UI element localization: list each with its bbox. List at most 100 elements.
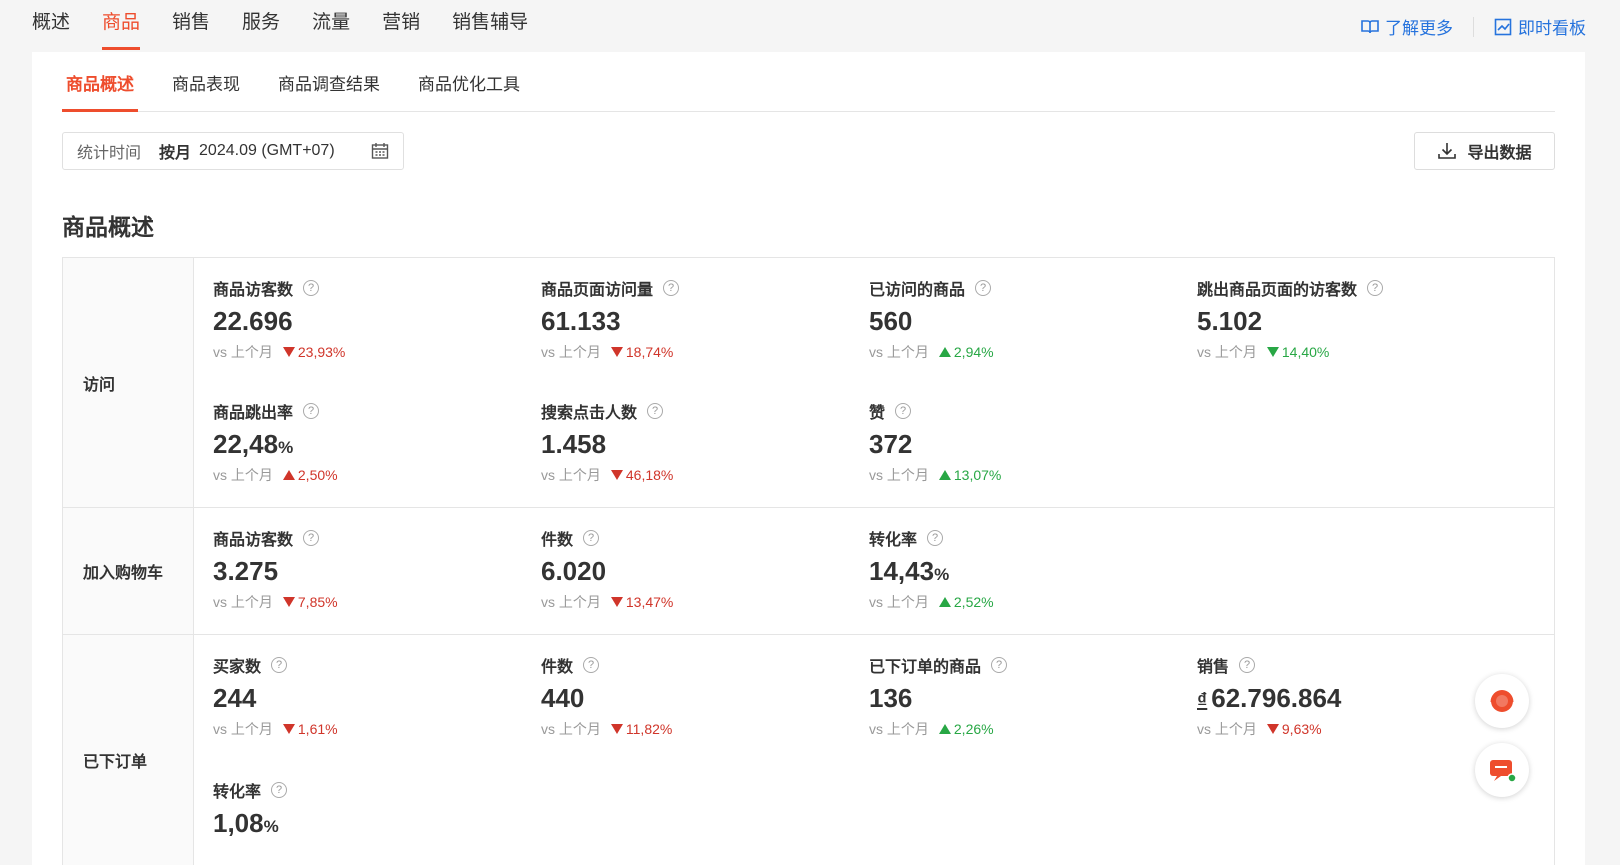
- help-icon[interactable]: ?: [991, 657, 1008, 673]
- metric-name: 买家数?: [213, 655, 513, 676]
- help-icon[interactable]: ?: [1367, 280, 1384, 296]
- top-links: 了解更多 即时看板: [1361, 14, 1586, 39]
- tab-sales[interactable]: 销售: [172, 10, 210, 50]
- metric-value: 1,08%: [213, 808, 513, 838]
- comparison-label: vs 上个月: [869, 594, 929, 610]
- help-icon[interactable]: ?: [583, 530, 600, 546]
- metric-name-text: 转化率: [213, 784, 262, 801]
- help-icon[interactable]: ?: [663, 280, 680, 296]
- metric-name: 件数?: [541, 655, 841, 676]
- help-icon[interactable]: ?: [927, 530, 944, 546]
- metric-card: 跳出商品页面的访客数? 5.102 vs 上个月 14,40%: [1197, 278, 1497, 362]
- subtab-product-performance[interactable]: 商品表现: [172, 70, 240, 112]
- change-indicator: 1,61%: [282, 721, 338, 737]
- change-value: 13,07%: [953, 467, 1002, 483]
- metric-value: 560: [869, 306, 1169, 336]
- help-icon[interactable]: ?: [647, 403, 664, 419]
- tab-sales-coaching[interactable]: 销售辅导: [452, 10, 528, 50]
- live-dashboard-link[interactable]: 即时看板: [1494, 14, 1586, 39]
- main-tabs: 概述 商品 销售 服务 流量 营销 销售辅导: [32, 10, 560, 50]
- learn-more-link[interactable]: 了解更多: [1361, 14, 1453, 39]
- export-data-label: 导出数据: [1467, 145, 1532, 162]
- change-value: 2,52%: [953, 594, 994, 610]
- change-value: 13,47%: [625, 594, 674, 610]
- message-button[interactable]: [1475, 743, 1529, 797]
- metric-comparison: vs 上个月 13,47%: [541, 592, 841, 612]
- arrow-up-icon: [938, 597, 951, 607]
- change-value: 46,18%: [625, 467, 674, 483]
- help-icon[interactable]: ?: [303, 280, 320, 296]
- help-icon[interactable]: ?: [583, 657, 600, 673]
- date-filter[interactable]: 统计时间 按月 2024.09 (GMT+07): [62, 132, 404, 170]
- subtab-product-overview[interactable]: 商品概述: [62, 70, 138, 112]
- metrics-grid: 访问 商品访客数? 22.696 vs 上个月 23,93% 商品页面访问量? 61.1…: [62, 257, 1555, 865]
- help-icon[interactable]: ?: [303, 403, 320, 419]
- comparison-label: vs 上个月: [869, 721, 929, 737]
- comparison-label: vs 上个月: [869, 467, 929, 483]
- tab-marketing[interactable]: 营销: [382, 10, 420, 50]
- metric-name: 件数?: [541, 528, 841, 549]
- divider: [1473, 16, 1474, 37]
- change-value: 14,40%: [1281, 344, 1330, 360]
- change-value: 11,82%: [625, 721, 673, 737]
- metric-name-text: 转化率: [869, 532, 918, 549]
- metric-value-text: 22,48: [213, 429, 279, 459]
- comparison-label: vs 上个月: [1197, 721, 1257, 737]
- metric-name-text: 已访问的商品: [869, 282, 966, 299]
- change-value: 1,61%: [297, 721, 338, 737]
- metric-name-text: 件数: [541, 532, 574, 549]
- metric-unit: %: [278, 438, 294, 457]
- subtab-product-survey[interactable]: 商品调查结果: [278, 70, 380, 112]
- change-indicator: 7,85%: [282, 594, 338, 610]
- book-icon: [1361, 19, 1379, 33]
- metric-name: 转化率?: [869, 528, 1169, 549]
- metric-name: 商品页面访问量?: [541, 278, 841, 299]
- help-icon[interactable]: ?: [271, 782, 288, 798]
- help-icon[interactable]: ?: [895, 403, 912, 419]
- metric-value-text: 14,43: [869, 556, 935, 586]
- calendar-icon[interactable]: [371, 142, 389, 160]
- metric-name: 商品跳出率?: [213, 401, 513, 422]
- change-indicator: 13,47%: [610, 594, 674, 610]
- date-filter-label: 统计时间: [77, 145, 142, 162]
- metric-card: 商品页面访问量? 61.133 vs 上个月 18,74%: [541, 278, 841, 362]
- metric-name-text: 商品访客数: [213, 532, 294, 549]
- subtab-product-optimization[interactable]: 商品优化工具: [418, 70, 520, 112]
- tab-products[interactable]: 商品: [102, 10, 141, 50]
- help-icon[interactable]: ?: [975, 280, 992, 296]
- comparison-label: vs 上个月: [541, 721, 601, 737]
- tab-traffic[interactable]: 流量: [312, 10, 350, 50]
- metric-comparison: vs 上个月 2,50%: [213, 465, 513, 485]
- export-data-button[interactable]: 导出数据: [1414, 132, 1555, 170]
- change-indicator: 14,40%: [1266, 344, 1330, 360]
- metric-value: 22.696: [213, 306, 513, 336]
- metric-card: 件数? 6.020 vs 上个月 13,47%: [541, 528, 841, 612]
- arrow-down-icon: [282, 597, 295, 607]
- currency-symbol: ₫: [1197, 690, 1208, 712]
- change-value: 23,93%: [297, 344, 346, 360]
- metric-value: 136: [869, 683, 1169, 713]
- metric-name: 已下订单的商品?: [869, 655, 1169, 676]
- metric-comparison: vs 上个月 14,40%: [1197, 342, 1497, 362]
- metric-value: 6.020: [541, 556, 841, 586]
- metric-comparison: vs 上个月 2,52%: [869, 592, 1169, 612]
- change-indicator: 9,63%: [1266, 721, 1322, 737]
- help-icon[interactable]: ?: [303, 530, 320, 546]
- metric-value: 440: [541, 683, 841, 713]
- comparison-label: vs 上个月: [213, 344, 273, 360]
- change-indicator: 23,93%: [282, 344, 346, 360]
- support-chat-button[interactable]: [1475, 674, 1529, 728]
- tab-service[interactable]: 服务: [242, 10, 280, 50]
- arrow-down-icon: [610, 470, 623, 480]
- tab-overview[interactable]: 概述: [32, 10, 70, 50]
- metric-comparison: vs 上个月 11,82%: [541, 719, 841, 739]
- change-indicator: 2,52%: [938, 594, 994, 610]
- arrow-down-icon: [610, 724, 623, 734]
- arrow-up-icon: [938, 724, 951, 734]
- help-icon[interactable]: ?: [1239, 657, 1256, 673]
- metric-name: 商品访客数?: [213, 278, 513, 299]
- metric-name-text: 买家数: [213, 659, 262, 676]
- comparison-label: vs 上个月: [213, 467, 273, 483]
- metric-value: 22,48%: [213, 429, 513, 459]
- help-icon[interactable]: ?: [271, 657, 288, 673]
